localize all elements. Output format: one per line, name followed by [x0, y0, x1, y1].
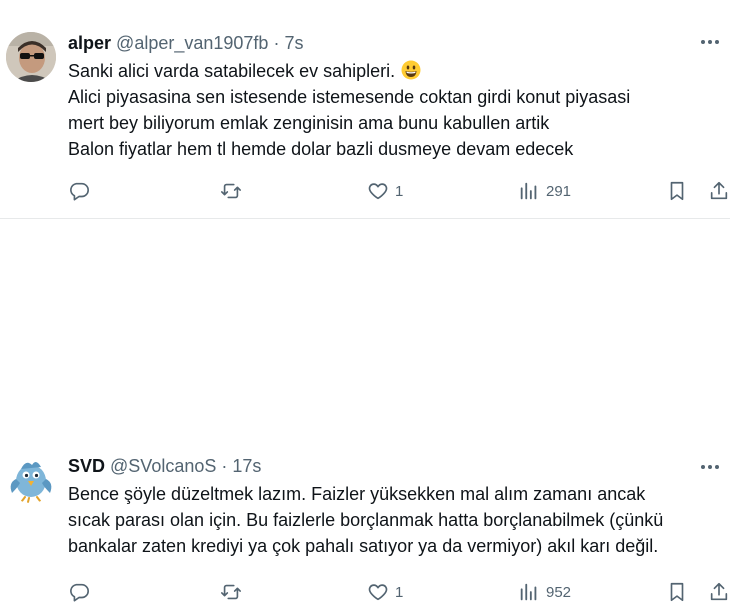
- timestamp[interactable]: 7s: [284, 33, 303, 53]
- author-handle[interactable]: @alper_van1907fb: [116, 33, 268, 53]
- reply-icon: [70, 583, 89, 602]
- bookmark-icon: [670, 582, 684, 602]
- avatar[interactable]: [6, 32, 56, 82]
- avatar-photo: [6, 32, 56, 82]
- tweet[interactable]: alper @alper_van1907fb · 7s Sanki alici …: [0, 0, 730, 218]
- author-name[interactable]: alper: [68, 33, 111, 53]
- view-count: 952: [546, 583, 572, 601]
- tweet-text: Bence şöyle düzeltmek lazım. Faizler yük…: [68, 481, 718, 559]
- tweet-line: mert bey biliyorum emlak zenginisin ama …: [68, 113, 550, 133]
- like-icon: [368, 183, 388, 200]
- tweet-line: Bence şöyle düzeltmek lazım. Faizler yük…: [68, 484, 646, 504]
- grinning-face-emoji-icon: [401, 60, 421, 80]
- action-bar: 1 291: [68, 179, 728, 203]
- reply-button[interactable]: [68, 179, 96, 203]
- reply-icon: [70, 182, 89, 201]
- more-icon[interactable]: [698, 455, 722, 479]
- tweet-line: bankalar zaten krediyi ya çok pahalı sat…: [68, 536, 659, 556]
- like-icon: [368, 584, 388, 601]
- reply-button[interactable]: [68, 580, 96, 604]
- tweet-line: Balon fiyatlar hem tl hemde dolar bazli …: [68, 139, 574, 159]
- author-handle[interactable]: @SVolcanoS: [110, 456, 216, 476]
- view-count: 291: [546, 182, 572, 200]
- timestamp[interactable]: 17s: [232, 456, 261, 476]
- like-count: 1: [395, 182, 404, 200]
- tweet-line: Sanki alici varda satabilecek ev sahiple…: [68, 58, 718, 84]
- separator: ·: [273, 33, 280, 53]
- tweet-header: alper @alper_van1907fb · 7s: [68, 32, 303, 54]
- retweet-button[interactable]: [220, 580, 248, 604]
- share-icon: [710, 181, 728, 200]
- like-count: 1: [395, 583, 404, 601]
- views-icon: [520, 583, 537, 601]
- share-button[interactable]: [708, 179, 730, 203]
- avatar-bird-cartoon: [6, 453, 56, 503]
- views-button[interactable]: 952: [518, 580, 571, 604]
- bookmark-button[interactable]: [666, 179, 688, 203]
- author-name[interactable]: SVD: [68, 456, 105, 476]
- tweet[interactable]: SVD @SVolcanoS · 17s Bence şöyle düzeltm…: [0, 218, 730, 602]
- retweet-icon: [221, 183, 241, 199]
- retweet-icon: [221, 584, 241, 600]
- more-icon[interactable]: [698, 30, 722, 54]
- tweet-line: Alici piyasasina sen istesende istemesen…: [68, 87, 631, 107]
- share-button[interactable]: [708, 580, 730, 604]
- bookmark-icon: [670, 181, 684, 201]
- views-button[interactable]: 291: [518, 179, 571, 203]
- share-icon: [710, 582, 728, 601]
- action-bar: 1 952: [68, 580, 728, 604]
- tweet-text: Sanki alici varda satabilecek ev sahiple…: [68, 58, 718, 162]
- like-button[interactable]: 1: [367, 580, 403, 604]
- views-icon: [520, 182, 537, 200]
- bookmark-button[interactable]: [666, 580, 688, 604]
- avatar[interactable]: [6, 453, 56, 503]
- tweet-line: sıcak parası olan için. Bu faizlerle bor…: [68, 510, 664, 530]
- like-button[interactable]: 1: [367, 179, 403, 203]
- retweet-button[interactable]: [220, 179, 248, 203]
- tweet-header: SVD @SVolcanoS · 17s: [68, 455, 261, 477]
- separator: ·: [221, 456, 228, 476]
